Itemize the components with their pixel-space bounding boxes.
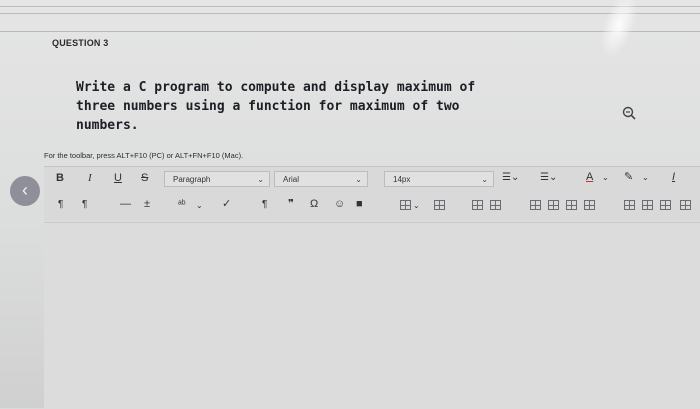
table-cell-icon[interactable] [566, 200, 577, 210]
special-character-button[interactable]: Ω [310, 197, 318, 211]
plus-minus-icon[interactable]: ± [144, 197, 150, 211]
rtl-button[interactable]: ¶ [82, 198, 87, 212]
divider [0, 31, 700, 32]
editor-toolbar: B I U S Paragraph ⌄ Arial ⌄ 14px ⌄ ☰⌄ ☰⌄… [44, 166, 700, 221]
underline-button[interactable]: U [114, 171, 122, 185]
chevron-down-icon[interactable]: ⌄ [196, 199, 203, 213]
highlight-pen-icon[interactable]: ✎ [624, 170, 633, 184]
divider [0, 6, 700, 7]
question-header: QUESTION 3 [52, 38, 109, 48]
table-delete-column-icon[interactable] [548, 200, 559, 210]
paragraph-select-value: Paragraph [173, 175, 211, 184]
chevron-down-icon[interactable]: ⌄ [413, 199, 420, 213]
table-icon[interactable] [400, 200, 411, 210]
strikethrough-button[interactable]: S [141, 171, 148, 185]
divider [0, 13, 700, 14]
zoom-icon[interactable] [621, 105, 637, 121]
question-line: three numbers using a function for maxim… [76, 99, 460, 114]
table-merge-icon[interactable] [584, 200, 595, 210]
chevron-left-icon: ‹ [22, 180, 28, 200]
text-color-icon[interactable]: A [586, 170, 593, 184]
spellcheck-icon[interactable]: ᵃᵇ [178, 198, 186, 212]
back-button[interactable]: ‹ [10, 176, 40, 206]
bulleted-list-icon[interactable]: ☰⌄ [502, 171, 519, 185]
question-text: Write a C program to compute and display… [76, 78, 616, 135]
bookmark-icon[interactable]: ■ [356, 197, 363, 211]
chevron-down-icon: ⌄ [355, 175, 362, 184]
chevron-down-icon: ⌄ [257, 175, 264, 184]
chevron-down-icon[interactable]: ⌄ [602, 171, 609, 185]
table-insert-column-icon[interactable] [530, 200, 541, 210]
font-select[interactable]: Arial ⌄ [274, 171, 368, 187]
toolbar-hint: For the toolbar, press ALT+F10 (PC) or A… [44, 151, 244, 160]
horizontal-rule-button[interactable]: — [120, 197, 131, 211]
page: QUESTION 3 Write a C program to compute … [0, 0, 700, 409]
numbered-list-icon[interactable]: ☰⌄ [540, 171, 557, 185]
pilcrow-button[interactable]: ¶ [262, 198, 267, 212]
table-properties-icon[interactable] [434, 200, 445, 210]
table-insert-row-icon[interactable] [472, 200, 483, 210]
blockquote-button[interactable]: ❞ [288, 197, 294, 211]
paragraph-select[interactable]: Paragraph ⌄ [164, 171, 270, 187]
table-row-props-icon[interactable] [642, 200, 653, 210]
font-size-select[interactable]: 14px ⌄ [384, 171, 494, 187]
ltr-button[interactable]: ¶ [58, 198, 63, 212]
table-delete-icon[interactable] [680, 200, 691, 210]
chevron-down-icon: ⌄ [481, 175, 488, 184]
font-select-value: Arial [283, 175, 300, 184]
italic-button[interactable]: I [88, 171, 92, 185]
table-col-props-icon[interactable] [660, 200, 671, 210]
table-split-icon[interactable] [624, 200, 635, 210]
chevron-down-icon[interactable]: ⌄ [642, 171, 649, 185]
table-delete-row-icon[interactable] [490, 200, 501, 210]
font-size-select-value: 14px [393, 175, 411, 184]
question-line: Write a C program to compute and display… [76, 80, 476, 95]
checkmark-icon[interactable]: ✓ [222, 197, 231, 211]
editor-text-area[interactable] [44, 222, 700, 409]
emoji-icon[interactable]: ☺ [334, 197, 345, 211]
clear-formatting-icon[interactable]: I [672, 170, 675, 184]
question-line: numbers. [76, 118, 139, 133]
bold-button[interactable]: B [56, 171, 64, 185]
